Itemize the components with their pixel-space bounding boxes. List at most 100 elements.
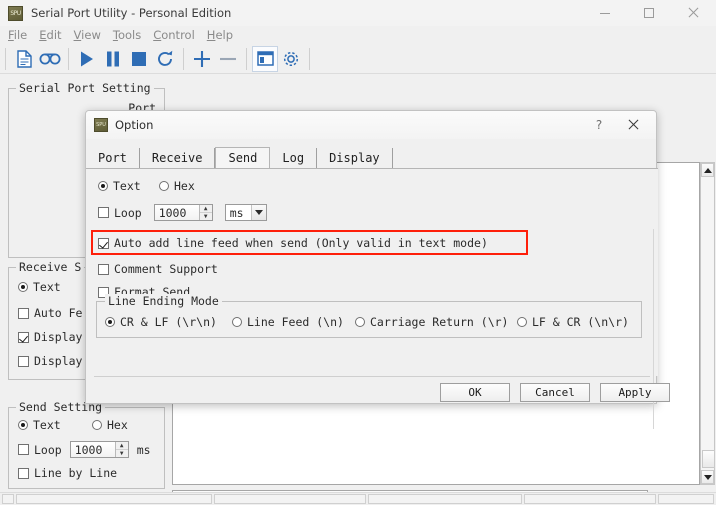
send-loop-down-arrow[interactable]: ▼ xyxy=(116,450,128,457)
layout-icon[interactable] xyxy=(252,45,278,72)
stop-icon[interactable] xyxy=(126,46,152,72)
send-loop-unit: ms xyxy=(136,442,151,457)
minimize-button[interactable] xyxy=(584,0,626,26)
send-line-by-line-checkbox[interactable] xyxy=(18,467,29,479)
record-icon[interactable] xyxy=(37,46,63,72)
tab-log[interactable]: Log xyxy=(270,148,318,169)
comment-support-checkbox[interactable] xyxy=(98,263,109,275)
dialog-help-button[interactable]: ? xyxy=(588,115,610,135)
status-segment xyxy=(524,494,656,504)
menu-control[interactable]: Control xyxy=(147,28,201,42)
receive-text-radio[interactable] xyxy=(18,282,28,292)
receive-display-2-checkbox[interactable] xyxy=(18,355,29,367)
comment-support-row[interactable]: Comment Support xyxy=(98,262,218,276)
apply-button[interactable]: Apply xyxy=(600,383,670,402)
menu-help[interactable]: Help xyxy=(201,28,239,42)
dialog-loop-value[interactable]: 1000 xyxy=(154,205,199,220)
send-loop-spinner[interactable]: 1000 ▲ ▼ xyxy=(69,441,129,458)
maximize-button[interactable] xyxy=(628,0,670,26)
settings-gear-icon[interactable] xyxy=(278,46,304,72)
dialog-loop-down-arrow[interactable]: ▼ xyxy=(200,213,212,220)
send-setting-group: Send Setting Text Hex Loop 1000 ▲ ▼ ms L… xyxy=(8,400,165,489)
tab-display[interactable]: Display xyxy=(317,148,393,169)
title-bar: SPU Serial Port Utility - Personal Editi… xyxy=(0,0,716,26)
receive-display-1-label: Display xyxy=(34,330,83,344)
send-text-radio[interactable] xyxy=(18,420,28,430)
send-line-by-line-row[interactable]: Line by Line xyxy=(18,466,117,480)
dialog-text-radio[interactable] xyxy=(98,181,108,191)
send-loop-checkbox[interactable] xyxy=(18,444,29,455)
tab-port[interactable]: Port xyxy=(86,148,140,169)
line-ending-cr-radio[interactable] xyxy=(355,317,365,327)
add-icon[interactable] xyxy=(189,46,215,72)
tab-receive[interactable]: Receive xyxy=(140,148,216,169)
line-ending-crlf-label: CR & LF (\r\n) xyxy=(120,315,217,329)
send-loop-row[interactable]: Loop 1000 ▲ ▼ ms xyxy=(18,441,151,458)
send-hex-radio[interactable] xyxy=(92,420,102,430)
auto-add-line-feed-label: Auto add line feed when send (Only valid… xyxy=(114,236,488,250)
tab-send[interactable]: Send xyxy=(215,147,271,170)
dialog-close-button[interactable] xyxy=(622,115,644,135)
line-ending-cr[interactable]: Carriage Return (\r) xyxy=(355,315,508,329)
status-segment xyxy=(2,494,14,504)
cancel-button[interactable]: Cancel xyxy=(520,383,590,402)
receive-mode-text[interactable]: Text xyxy=(18,280,61,294)
menu-tools[interactable]: Tools xyxy=(107,28,147,42)
receive-display-1-checkbox[interactable] xyxy=(18,331,29,343)
pause-icon[interactable] xyxy=(100,46,126,72)
dialog-hex-radio[interactable] xyxy=(159,181,169,191)
dialog-loop-arrows[interactable]: ▲ ▼ xyxy=(198,205,212,220)
toolbar-divider xyxy=(5,47,6,70)
dialog-loop-unit-combo[interactable]: ms xyxy=(224,204,267,221)
receive-auto-feed-label: Auto Fe xyxy=(34,306,83,320)
dialog-loop-spinner[interactable]: 1000 ▲ ▼ xyxy=(153,204,213,221)
dialog-loop-checkbox[interactable] xyxy=(98,207,109,218)
send-loop-arrows[interactable]: ▲ ▼ xyxy=(114,442,128,457)
send-hex-label: Hex xyxy=(107,418,128,432)
line-ending-lf-label: Line Feed (\n) xyxy=(247,315,344,329)
line-ending-lf-radio[interactable] xyxy=(232,317,242,327)
dialog-loop-row[interactable]: Loop 1000 ▲ ▼ ms xyxy=(98,204,267,221)
auto-add-line-feed-checkbox[interactable] xyxy=(98,237,109,249)
terminal-scrollbar[interactable] xyxy=(700,162,715,485)
send-mode-hex[interactable]: Hex xyxy=(92,418,128,432)
menu-view[interactable]: View xyxy=(68,28,107,42)
dialog-mode-hex[interactable]: Hex xyxy=(159,179,195,193)
scroll-up-button[interactable] xyxy=(701,163,714,177)
refresh-icon[interactable] xyxy=(152,46,178,72)
line-ending-crlf-radio[interactable] xyxy=(105,317,115,327)
status-segment xyxy=(214,494,366,504)
line-ending-mode-legend: Line Ending Mode xyxy=(105,294,222,308)
comment-support-label: Comment Support xyxy=(114,262,218,276)
dialog-title-bar: SPU Option xyxy=(86,111,656,139)
scroll-thumb[interactable] xyxy=(702,450,715,468)
toolbar-divider xyxy=(183,47,184,70)
receive-display-1-row[interactable]: Display xyxy=(18,330,82,344)
send-loop-value[interactable]: 1000 xyxy=(70,442,115,457)
receive-auto-feed-checkbox[interactable] xyxy=(18,307,29,319)
line-ending-lfcr-radio[interactable] xyxy=(517,317,527,327)
send-mode-text[interactable]: Text xyxy=(18,418,61,432)
line-ending-lfcr[interactable]: LF & CR (\n\r) xyxy=(517,315,629,329)
close-button[interactable] xyxy=(672,0,714,26)
auto-add-line-feed-row[interactable]: Auto add line feed when send (Only valid… xyxy=(98,236,488,250)
toolbar-divider xyxy=(68,47,69,70)
receive-auto-feed-row[interactable]: Auto Fe xyxy=(18,306,82,320)
line-ending-crlf[interactable]: CR & LF (\r\n) xyxy=(105,315,217,329)
new-file-icon[interactable] xyxy=(11,46,37,72)
ok-button[interactable]: OK xyxy=(440,383,510,402)
dialog-loop-up-arrow[interactable]: ▲ xyxy=(199,205,212,213)
scroll-down-button[interactable] xyxy=(701,470,714,484)
menu-edit[interactable]: Edit xyxy=(33,28,67,42)
receive-display-2-row[interactable]: Display xyxy=(18,354,82,368)
dialog-mode-text[interactable]: Text xyxy=(98,179,141,193)
menu-file[interactable]: File xyxy=(2,28,33,42)
line-ending-lfcr-label: LF & CR (\n\r) xyxy=(532,315,629,329)
send-loop-up-arrow[interactable]: ▲ xyxy=(115,442,128,450)
chevron-down-icon[interactable] xyxy=(250,205,266,220)
line-ending-lf[interactable]: Line Feed (\n) xyxy=(232,315,344,329)
send-text-label: Text xyxy=(33,418,61,432)
play-icon[interactable] xyxy=(74,46,100,72)
remove-icon[interactable] xyxy=(215,46,241,72)
toolbar xyxy=(0,44,716,74)
